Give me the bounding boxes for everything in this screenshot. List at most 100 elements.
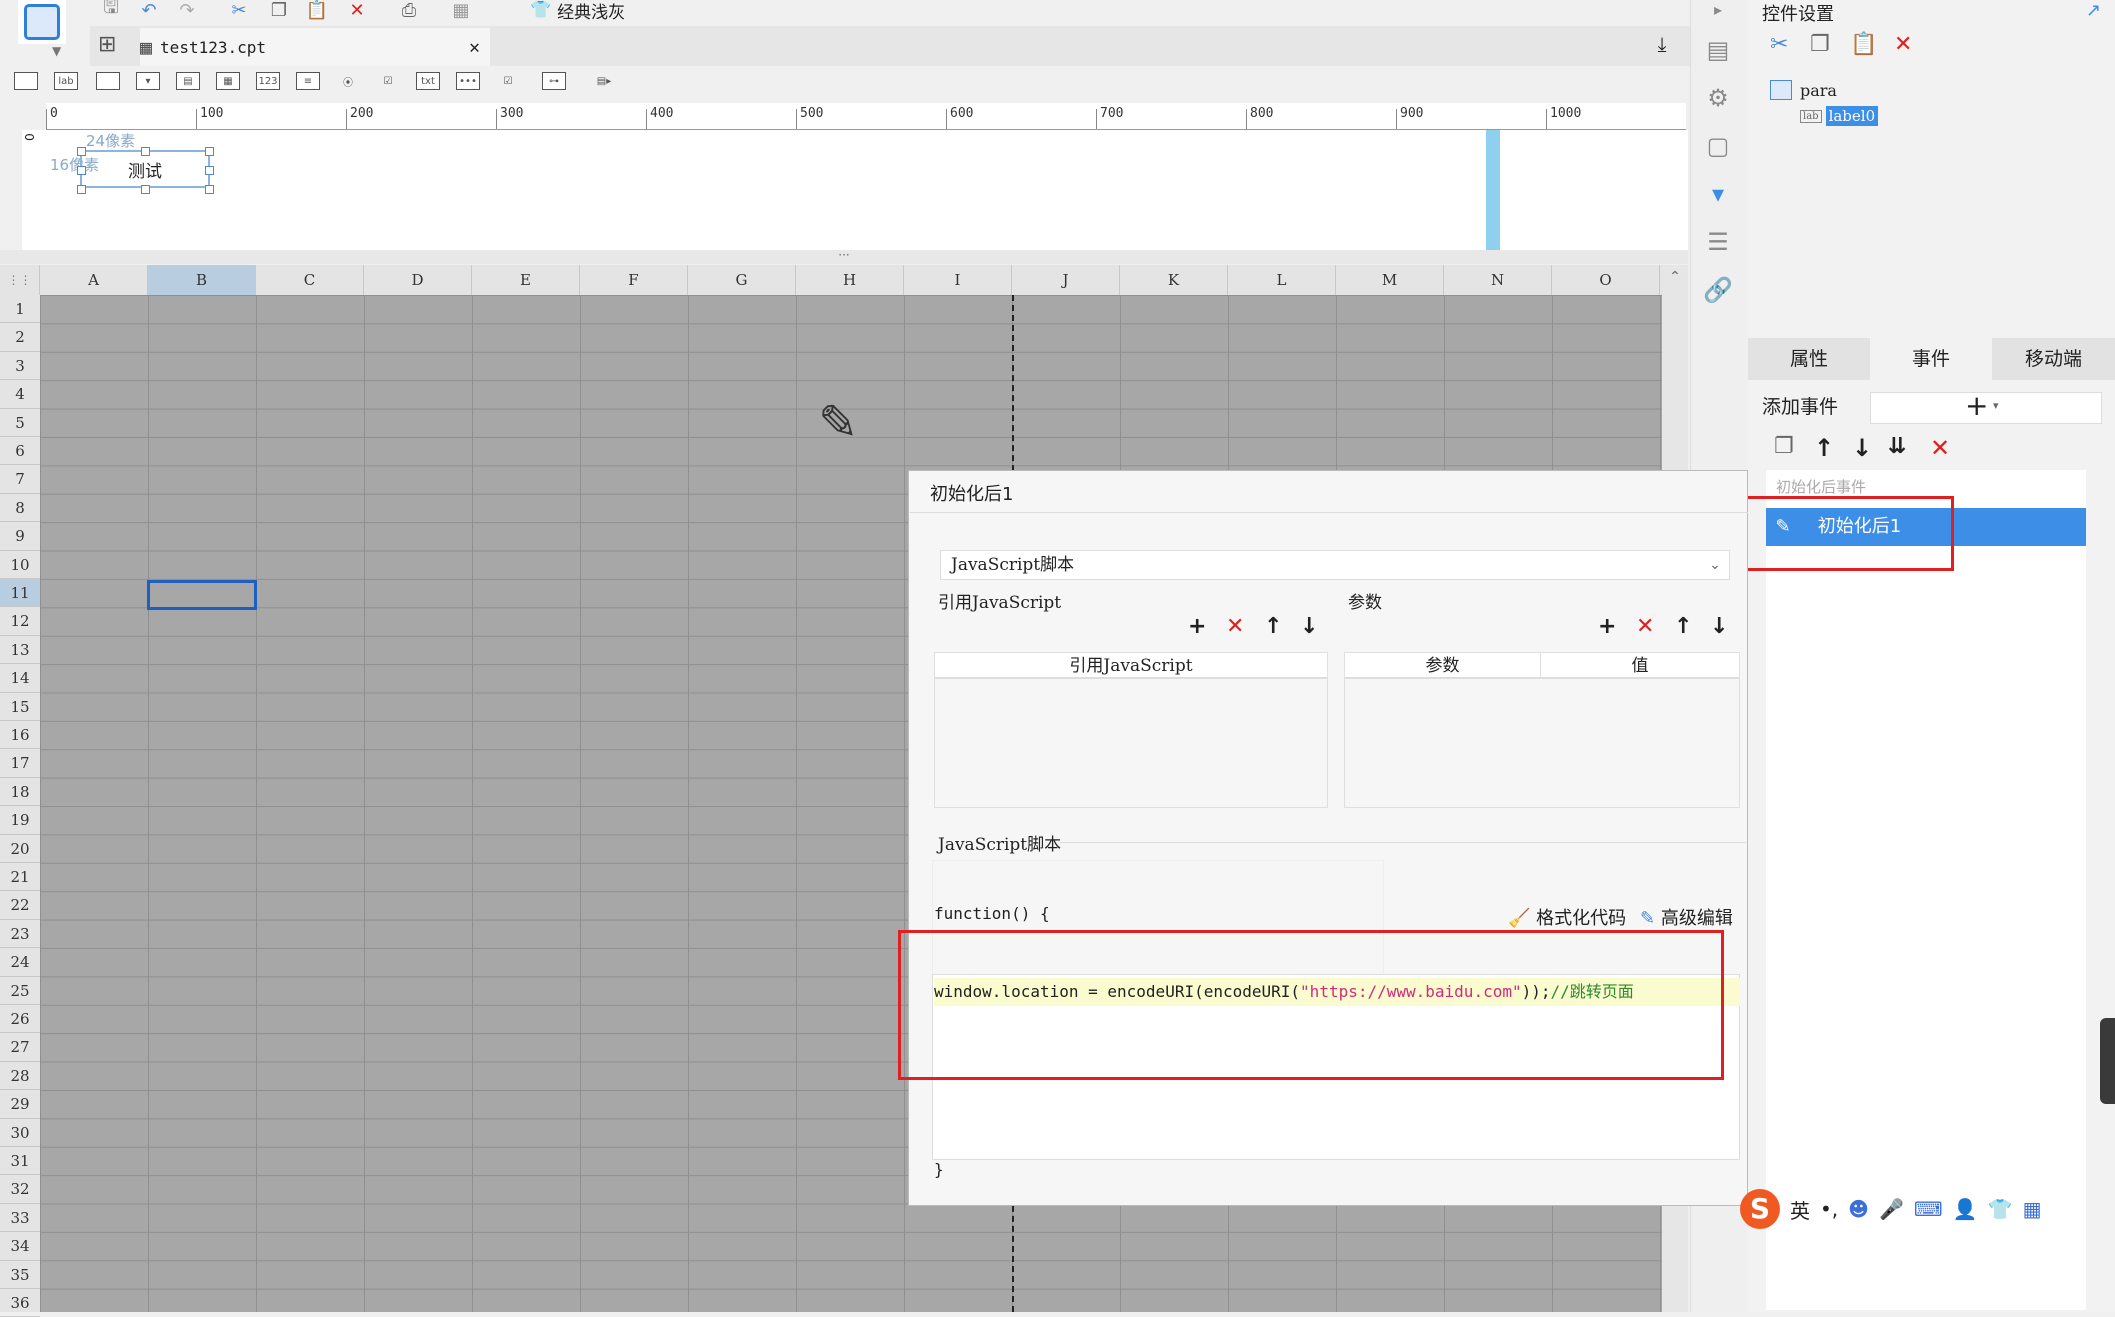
paste-icon[interactable]: 📋 xyxy=(1850,32,1877,57)
resize-handle[interactable] xyxy=(205,166,214,175)
row-header-33[interactable]: 33 xyxy=(0,1204,40,1233)
row-header-18[interactable]: 18 xyxy=(0,778,40,807)
advanced-edit-button[interactable]: ✎ 高级编辑 xyxy=(1640,904,1733,930)
row-header-3[interactable]: 3 xyxy=(0,352,40,381)
textarea-widget-icon[interactable]: ≡ xyxy=(296,72,320,90)
row-header-2[interactable]: 2 xyxy=(0,323,40,352)
save-icon[interactable]: 🖫 xyxy=(98,0,124,20)
file-tab[interactable]: ▦ test123.cpt ✕ xyxy=(140,28,490,66)
row-header-7[interactable]: 7 xyxy=(0,465,40,494)
column-header-g[interactable]: G xyxy=(688,265,796,295)
condition-attribute-icon[interactable]: ☰ xyxy=(1703,228,1733,258)
microphone-icon[interactable]: 🎤 xyxy=(1879,1197,1904,1221)
keyboard-icon[interactable]: ⌨ xyxy=(1914,1197,1943,1221)
chevron-down-icon[interactable]: ⌄ xyxy=(1700,550,1730,580)
delete-param-icon[interactable]: ✕ xyxy=(1636,614,1654,639)
grid-view-icon[interactable]: ⊞ xyxy=(98,32,116,57)
template-icon[interactable]: ▦ xyxy=(448,0,474,21)
app-logo[interactable]: ▼ xyxy=(18,0,66,58)
collapse-panel-icon[interactable]: ⤓ xyxy=(1650,32,1674,56)
row-header-8[interactable]: 8 xyxy=(0,494,40,523)
theme-button[interactable]: 👕 经典浅灰 xyxy=(530,0,730,23)
row-header-10[interactable]: 10 xyxy=(0,551,40,579)
row-header-9[interactable]: 9 xyxy=(0,522,40,551)
number-widget-icon[interactable]: 123 xyxy=(256,72,280,90)
tree-root[interactable]: para xyxy=(1770,80,1837,100)
radio-group-icon[interactable]: ⦿ xyxy=(336,72,360,90)
ref-js-table[interactable]: 引用JavaScript xyxy=(934,652,1328,808)
move-down-icon[interactable]: ↓ xyxy=(1852,434,1872,462)
emoji-icon[interactable]: ☻ xyxy=(1848,1197,1869,1221)
lab-widget-icon[interactable]: lab xyxy=(54,72,78,90)
row-header-12[interactable]: 12 xyxy=(0,607,40,636)
undo-icon[interactable]: ↶ xyxy=(136,0,162,21)
column-header-a[interactable]: A xyxy=(40,265,148,295)
row-header-13[interactable]: 13 xyxy=(0,636,40,665)
cut-icon[interactable]: ✂ xyxy=(226,0,252,21)
row-header-27[interactable]: 27 xyxy=(0,1033,40,1062)
float-element-icon[interactable]: ▢ xyxy=(1703,132,1733,162)
scroll-up-icon[interactable]: ⌃ xyxy=(1662,269,1688,285)
column-header-i[interactable]: I xyxy=(904,265,1012,295)
row-header-16[interactable]: 16 xyxy=(0,721,40,750)
row-header-5[interactable]: 5 xyxy=(0,409,40,437)
row-header-11[interactable]: 11 xyxy=(0,579,40,608)
sogou-logo-icon[interactable]: S xyxy=(1740,1189,1780,1229)
ime-language[interactable]: 英 xyxy=(1790,1195,1810,1224)
column-header-c[interactable]: C xyxy=(256,265,364,295)
column-header-m[interactable]: M xyxy=(1336,265,1444,295)
row-header-19[interactable]: 19 xyxy=(0,806,40,835)
row-header-28[interactable]: 28 xyxy=(0,1062,40,1091)
resize-handle[interactable] xyxy=(205,147,214,156)
resize-handle[interactable] xyxy=(141,185,150,194)
copy-icon[interactable]: ❐ xyxy=(1810,32,1830,57)
script-type-select[interactable]: JavaScript脚本 xyxy=(940,550,1730,580)
column-header-d[interactable]: D xyxy=(364,265,472,295)
row-header-21[interactable]: 21 xyxy=(0,863,40,892)
toolbox-icon[interactable]: ▦ xyxy=(2023,1197,2042,1221)
cell-attribute-icon[interactable]: ⚙ xyxy=(1703,84,1733,114)
paste-icon[interactable]: 📋 xyxy=(304,0,330,21)
canvas-boundary[interactable] xyxy=(1486,130,1500,250)
tree-child[interactable]: lab label0 xyxy=(1800,106,1879,126)
column-header-j[interactable]: J xyxy=(1012,265,1120,295)
resize-handle[interactable] xyxy=(205,185,214,194)
row-header-6[interactable]: 6 xyxy=(0,437,40,466)
column-header-o[interactable]: O xyxy=(1552,265,1660,295)
label-widget-icon[interactable] xyxy=(14,72,38,90)
combobox-widget-icon[interactable]: ▾ xyxy=(136,72,160,90)
parameter-canvas[interactable] xyxy=(46,130,1486,250)
tab-mobile[interactable]: 移动端 xyxy=(1992,338,2115,380)
column-header-l[interactable]: L xyxy=(1228,265,1336,295)
redo-icon[interactable]: ↷ xyxy=(174,0,200,21)
tab-properties[interactable]: 属性 xyxy=(1748,338,1870,380)
edge-handle[interactable] xyxy=(2100,1018,2115,1104)
move-up-icon[interactable]: ↑ xyxy=(1674,614,1692,639)
row-header-1[interactable]: 1 xyxy=(0,295,40,324)
tree-widget-icon[interactable]: ⊶ xyxy=(542,72,566,90)
row-header-34[interactable]: 34 xyxy=(0,1232,40,1261)
row-header-4[interactable]: 4 xyxy=(0,380,40,409)
pane-splitter[interactable]: ··· xyxy=(0,249,1688,264)
more-widgets-icon[interactable]: ▤▸ xyxy=(592,72,616,90)
txt-widget-icon[interactable]: txt xyxy=(416,72,440,90)
user-icon[interactable]: 👤 xyxy=(1953,1197,1978,1221)
table-widget-icon[interactable]: ▦ xyxy=(216,72,240,90)
add-event-button[interactable]: + ▾ xyxy=(1870,389,2102,424)
checkbox-group-icon[interactable]: ☑ xyxy=(376,72,400,90)
delete-icon[interactable]: ✕ xyxy=(1930,434,1950,462)
row-header-24[interactable]: 24 xyxy=(0,948,40,977)
copy-icon[interactable]: ❐ xyxy=(1774,434,1794,459)
row-header-31[interactable]: 31 xyxy=(0,1147,40,1176)
add-param-icon[interactable]: + xyxy=(1598,614,1616,639)
chevron-down-icon[interactable]: ▼ xyxy=(52,44,61,58)
column-header-n[interactable]: N xyxy=(1444,265,1552,295)
cell-element-icon[interactable]: ▤ xyxy=(1703,36,1733,66)
row-header-17[interactable]: 17 xyxy=(0,749,40,778)
delete-icon[interactable]: ✕ xyxy=(1894,32,1912,57)
column-header-h[interactable]: H xyxy=(796,265,904,295)
resize-handle[interactable] xyxy=(141,147,150,156)
move-up-icon[interactable]: ↑ xyxy=(1264,614,1282,639)
selected-cell[interactable] xyxy=(147,580,257,610)
move-bottom-icon[interactable]: ⇊ xyxy=(1888,434,1906,459)
